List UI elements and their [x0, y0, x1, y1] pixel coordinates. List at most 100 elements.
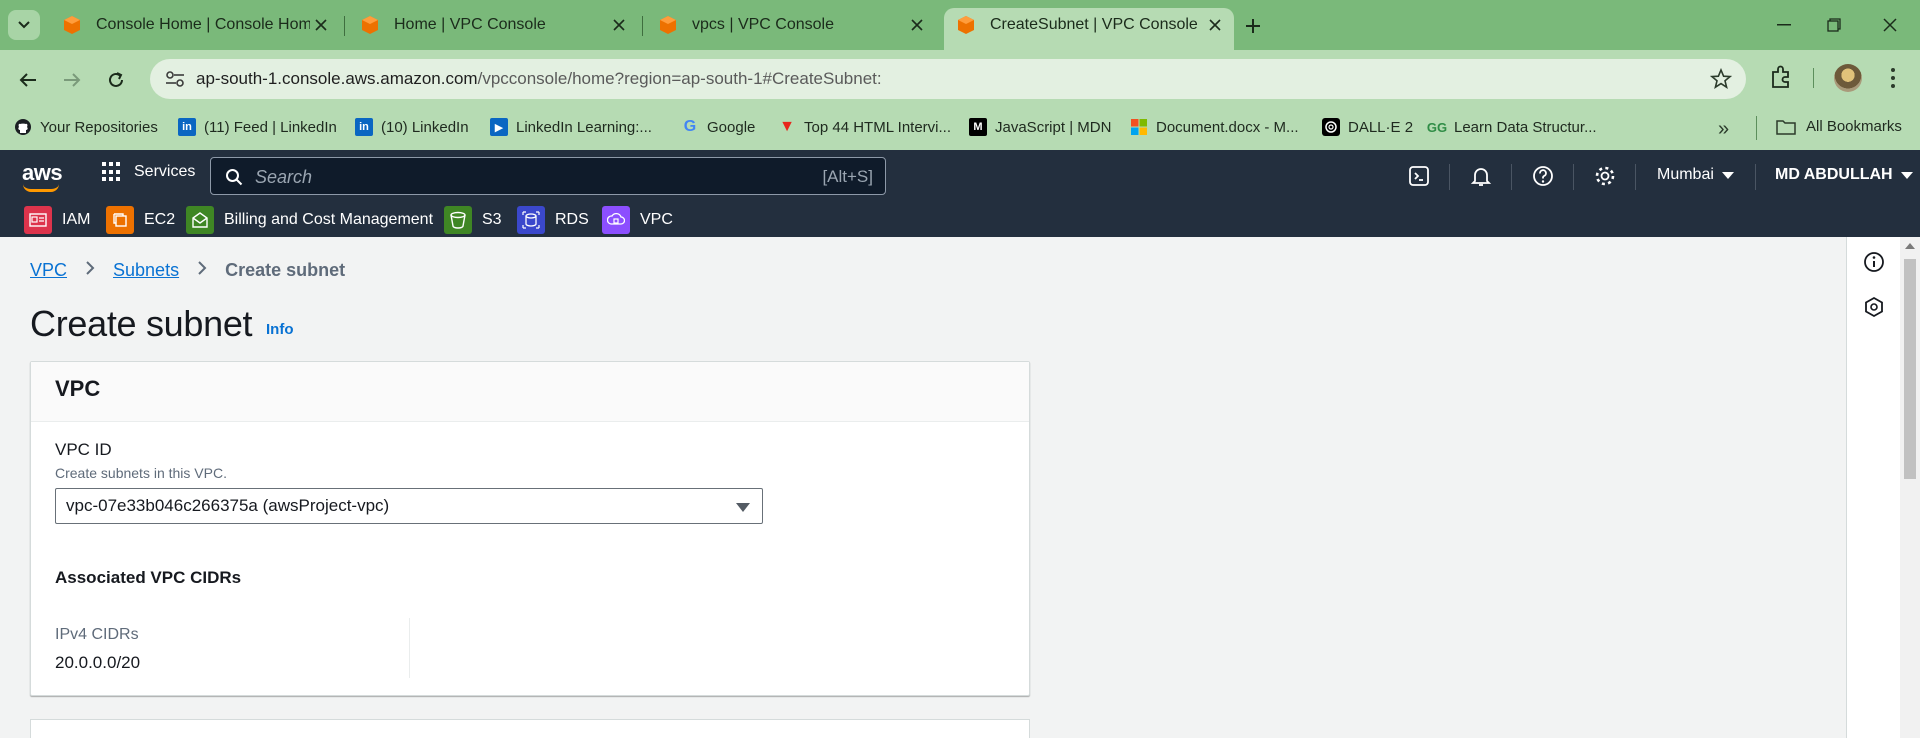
notifications-button[interactable]	[1469, 164, 1493, 188]
info-circle-icon[interactable]	[1863, 251, 1885, 273]
favorite-label: RDS	[555, 211, 589, 228]
bookmark-dalle[interactable]: DALL·E 2	[1322, 118, 1413, 136]
bookmark-label: Top 44 HTML Intervi...	[804, 118, 951, 136]
close-icon[interactable]	[906, 14, 928, 36]
favorite-rds[interactable]: RDS	[517, 206, 589, 234]
services-label: Services	[134, 163, 196, 180]
associated-cidrs-heading: Associated VPC CIDRs	[55, 568, 242, 587]
favorite-ec2[interactable]: EC2	[106, 206, 175, 234]
forward-button[interactable]	[56, 64, 88, 96]
tab-title: Home | VPC Console	[394, 16, 546, 33]
bookmark-mdn[interactable]: M JavaScript | MDN	[969, 118, 1111, 136]
address-bar[interactable]: ap-south-1.console.aws.amazon.com/vpccon…	[150, 59, 1746, 99]
help-button[interactable]	[1531, 164, 1555, 188]
back-button[interactable]	[12, 64, 44, 96]
breadcrumb-subnets[interactable]: Subnets	[113, 260, 179, 281]
minimize-button[interactable]	[1764, 10, 1804, 40]
bookmark-google[interactable]: G Google	[681, 118, 756, 136]
gfg-icon: GG	[1426, 119, 1448, 135]
favorite-label: EC2	[144, 211, 176, 228]
browser-tab-vpc-home[interactable]: Home | VPC Console	[348, 8, 638, 42]
gear-icon	[1595, 166, 1615, 186]
region-label: Mumbai	[1657, 166, 1714, 183]
favorite-label: IAM	[62, 211, 91, 228]
favorite-iam[interactable]: IAM	[24, 206, 90, 234]
site-settings-icon[interactable]	[164, 69, 186, 89]
linkedin-icon: in	[355, 118, 373, 136]
arrow-left-icon	[19, 73, 36, 87]
reload-button[interactable]	[100, 64, 132, 96]
scrollbar-thumb[interactable]	[1904, 259, 1916, 479]
vpc-id-label: VPC ID	[55, 440, 112, 459]
tab-title: Console Home | Console Home	[96, 16, 310, 33]
bookmark-linkedin-feed[interactable]: in (11) Feed | LinkedIn	[178, 118, 337, 136]
favorite-billing[interactable]: Billing and Cost Management	[186, 206, 433, 234]
account-menu[interactable]: MD ABDULLAH	[1775, 166, 1913, 184]
browser-tab-console-home[interactable]: Console Home | Console Home	[50, 8, 340, 42]
nav-divider	[1755, 164, 1756, 190]
close-icon[interactable]	[608, 14, 630, 36]
tab-search-button[interactable]	[8, 10, 40, 40]
bookmark-document[interactable]: Document.docx - M...	[1130, 118, 1299, 136]
caret-down-icon	[1900, 171, 1913, 179]
bookmark-your-repositories[interactable]: Your Repositories	[14, 118, 158, 136]
all-bookmarks-button[interactable]: All Bookmarks	[1776, 118, 1902, 135]
bookmark-data-structures[interactable]: GG Learn Data Structur...	[1426, 118, 1597, 136]
profile-avatar[interactable]	[1834, 64, 1862, 92]
browser-tab-create-subnet[interactable]: CreateSubnet | VPC Console	[944, 8, 1234, 50]
grid-icon	[102, 162, 122, 182]
breadcrumb-current: Create subnet	[225, 260, 346, 280]
bookmarks-separator	[1756, 116, 1757, 140]
extensions-icon[interactable]	[1768, 64, 1794, 90]
favorites-bar: IAM EC2 Billing and Cost Management S3 R…	[0, 202, 1920, 237]
info-link[interactable]: Info	[266, 321, 294, 338]
browser-tab-vpcs[interactable]: vpcs | VPC Console	[646, 8, 936, 42]
aws-logo[interactable]: aws	[22, 160, 63, 192]
close-icon	[1883, 18, 1897, 32]
vpc-panel: VPC VPC ID Create subnets in this VPC. v…	[30, 361, 1030, 696]
breadcrumb-vpc[interactable]: VPC	[30, 260, 67, 281]
browser-menu-button[interactable]	[1884, 66, 1902, 90]
chevron-right-icon	[85, 259, 95, 282]
settings-button[interactable]	[1593, 164, 1617, 188]
bookmark-html-interview[interactable]: ▼ Top 44 HTML Intervi...	[778, 118, 951, 136]
services-button[interactable]: Services	[102, 162, 195, 182]
ipv4-cidrs-label: IPv4 CIDRs	[55, 626, 139, 643]
aws-cube-icon	[660, 16, 676, 34]
openai-icon	[1322, 118, 1340, 136]
more-bookmarks-icon[interactable]: »	[1718, 118, 1729, 141]
bookmark-label: Learn Data Structur...	[1454, 118, 1597, 136]
breadcrumb: VPC Subnets Create subnet	[30, 259, 345, 282]
scroll-up-icon[interactable]	[1905, 243, 1915, 249]
restore-button[interactable]	[1814, 10, 1854, 40]
bookmark-linkedin-learning[interactable]: ▶ LinkedIn Learning:...	[490, 118, 652, 136]
page-scrollbar[interactable]	[1900, 237, 1920, 738]
hexagon-icon[interactable]	[1863, 296, 1885, 318]
aws-top-nav: aws Services Search [Alt+S] Mumbai MD AB…	[0, 150, 1920, 237]
restore-icon	[1827, 18, 1841, 32]
all-bookmarks-label: All Bookmarks	[1806, 118, 1902, 135]
new-tab-button[interactable]	[1240, 13, 1266, 39]
favorite-label: S3	[482, 211, 502, 228]
close-icon[interactable]	[310, 14, 332, 36]
region-selector[interactable]: Mumbai	[1657, 166, 1734, 184]
bookmark-label: (10) LinkedIn	[381, 118, 469, 136]
folder-icon	[1776, 119, 1796, 135]
tab-title: vpcs | VPC Console	[692, 16, 834, 33]
url-host: ap-south-1.console.aws.amazon.com	[196, 69, 478, 88]
close-icon[interactable]	[1204, 14, 1226, 36]
bookmark-linkedin[interactable]: in (10) LinkedIn	[355, 118, 469, 136]
favorite-s3[interactable]: S3	[444, 206, 502, 234]
tab-separator	[642, 16, 643, 36]
google-icon: G	[683, 118, 697, 135]
cloudshell-button[interactable]	[1407, 164, 1431, 188]
vpc-icon	[602, 206, 630, 234]
url-path: /vpcconsole/home?region=ap-south-1#Creat…	[477, 69, 882, 88]
vpc-id-select[interactable]: vpc-07e33b046c266375a (awsProject-vpc)	[55, 488, 763, 524]
aws-search-input[interactable]: Search [Alt+S]	[210, 157, 886, 195]
star-icon[interactable]	[1710, 68, 1732, 90]
vpc-panel-heading: VPC	[55, 376, 101, 401]
url-text: ap-south-1.console.aws.amazon.com/vpccon…	[196, 69, 882, 89]
favorite-vpc[interactable]: VPC	[602, 206, 673, 234]
close-window-button[interactable]	[1870, 10, 1910, 40]
